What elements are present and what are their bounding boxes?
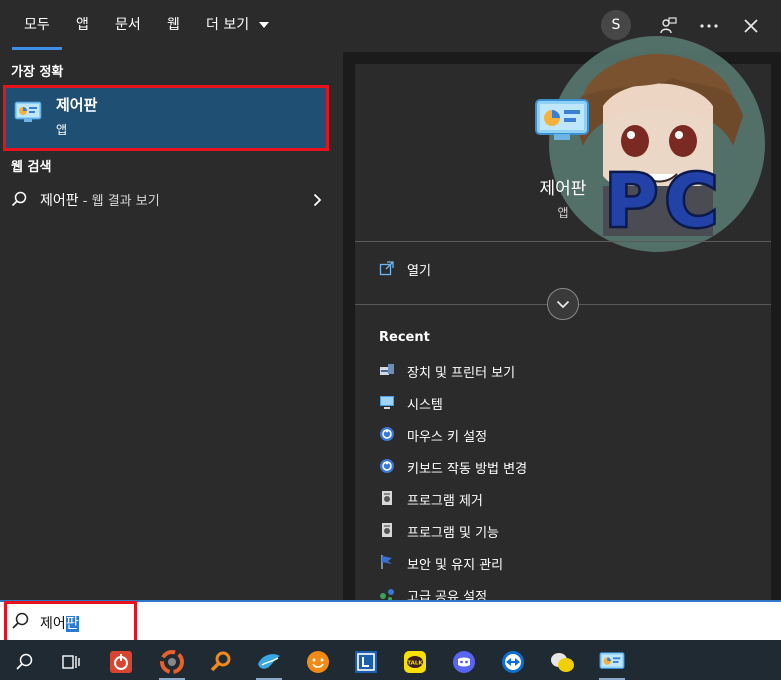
tab-more-label: 더 보기	[206, 17, 250, 33]
recent-item-label: 키보드 작동 방법 변경	[407, 462, 528, 477]
flag-icon	[379, 554, 395, 570]
detail-app-title: 제어판	[539, 179, 587, 199]
media-app-icon[interactable]	[152, 644, 192, 680]
recent-item-label: 마우스 키 설정	[407, 430, 488, 445]
tab-more[interactable]: 더 보기	[206, 0, 269, 52]
ease-of-access-icon	[379, 426, 395, 442]
web-search-header: 웹 검색	[11, 160, 52, 175]
recent-item-label: 프로그램 제거	[407, 494, 483, 509]
chevron-right-icon	[313, 192, 322, 211]
annotation-box	[3, 85, 329, 151]
web-search-result[interactable]: 제어판 - 웹 결과 보기	[0, 182, 343, 216]
web-result-text: 제어판 - 웹 결과 보기	[40, 190, 160, 210]
divider	[355, 241, 771, 242]
web-result-query: 제어판	[40, 193, 79, 209]
devices-printers-icon	[379, 362, 395, 378]
recent-item-label: 장치 및 프린터 보기	[407, 366, 516, 381]
expand-button[interactable]	[547, 288, 579, 320]
open-label: 열기	[407, 264, 431, 279]
open-icon	[379, 260, 395, 280]
svg-text:C: C	[665, 159, 718, 243]
l-app-icon[interactable]	[346, 644, 386, 680]
recent-header: Recent	[379, 330, 430, 345]
tab-web[interactable]: 웹	[167, 0, 180, 52]
kakaotalk-icon[interactable]: TALK	[395, 644, 435, 680]
search-icon	[11, 191, 27, 211]
start-search-window: 모두 앱 문서 웹 더 보기 S 가장 정확 제어판 앱 웹 검색 제어판 - …	[0, 0, 781, 680]
svg-text:P: P	[605, 159, 658, 243]
tab-apps[interactable]: 앱	[76, 0, 89, 52]
detail-pane-wrapper: P C 제어판 앱 열기 Recent 장치 및 프린터 보기 시스템 마우스 …	[343, 36, 781, 605]
control-panel-icon[interactable]	[592, 644, 632, 680]
recent-item-label: 시스템	[407, 398, 443, 413]
web-result-suffix: - 웹 결과 보기	[78, 194, 160, 209]
search-tool-icon[interactable]	[201, 644, 241, 680]
annotation-box	[4, 601, 137, 643]
taskbar: TALK	[0, 640, 781, 680]
programs-icon	[379, 522, 395, 538]
recent-item-label: 보안 및 유지 관리	[407, 558, 504, 573]
ease-of-access-icon	[379, 458, 395, 474]
svg-text:TALK: TALK	[407, 661, 423, 667]
power-app-icon[interactable]	[101, 644, 141, 680]
system-monitor-icon	[379, 394, 395, 410]
task-view-icon[interactable]	[51, 644, 91, 680]
chevron-down-icon	[556, 300, 570, 308]
tab-all[interactable]: 모두	[12, 0, 62, 52]
detail-app-subtitle: 앱	[557, 206, 569, 220]
chat-bubbles-icon[interactable]	[542, 644, 582, 680]
tab-documents[interactable]: 문서	[115, 0, 141, 52]
detail-pane: P C 제어판 앱 열기 Recent 장치 및 프린터 보기 시스템 마우스 …	[355, 36, 771, 605]
search-icon[interactable]	[4, 644, 44, 680]
bird-app-icon[interactable]	[249, 644, 289, 680]
teamviewer-icon[interactable]	[493, 644, 533, 680]
control-panel-large-icon	[533, 98, 591, 146]
best-match-header: 가장 정확	[11, 65, 64, 80]
smile-app-icon[interactable]	[298, 644, 338, 680]
results-pane: 가장 정확 제어판 앱 웹 검색 제어판 - 웹 결과 보기	[0, 52, 343, 600]
programs-icon	[379, 490, 395, 506]
recent-item-label: 프로그램 및 기능	[407, 526, 499, 541]
discord-icon[interactable]	[444, 644, 484, 680]
chevron-down-icon	[258, 22, 269, 28]
